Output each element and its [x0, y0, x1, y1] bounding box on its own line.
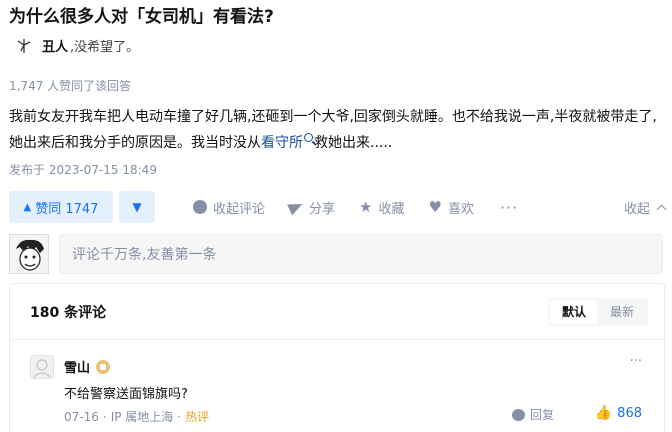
- answer-text-tail: 救她出来.....: [314, 135, 393, 151]
- sort-latest-tab[interactable]: 最新: [598, 300, 646, 324]
- comment-item: 雪山 ··· 不给警察送面锦旗吗? 07-16 · IP 属地上海 · 热评 回…: [10, 340, 664, 432]
- collapse-label: 收起: [623, 201, 650, 217]
- comment-count: 180 条评论: [30, 304, 107, 321]
- comment-like-count: 868: [617, 405, 642, 421]
- paper-plane-icon: [287, 198, 305, 216]
- collapse-comments-button[interactable]: 收起评论: [193, 198, 265, 217]
- comments-header: 180 条评论 默认 最新: [10, 284, 664, 340]
- answer-content: 我前女友开我车把人电动车撞了好几辆,还砸到一个大爷,回家倒头就睡。也不给我说一声…: [9, 104, 659, 156]
- publish-time[interactable]: 发布于 2023-07-15 18:49: [9, 161, 157, 178]
- favorite-button[interactable]: ★ 收藏: [359, 198, 404, 217]
- heart-icon: ♥: [428, 198, 442, 216]
- author-name[interactable]: 丑人: [42, 36, 68, 55]
- search-icon[interactable]: [304, 133, 313, 142]
- sort-default-tab[interactable]: 默认: [550, 299, 598, 324]
- vote-up-button[interactable]: ▲ 赞同 1747: [9, 191, 113, 223]
- favorite-label: 收藏: [378, 201, 405, 217]
- comment-bubble-icon: [193, 200, 207, 214]
- arrow-up-icon: ▲: [23, 201, 32, 213]
- agree-count: 1,747 人赞同了该回答: [9, 79, 132, 93]
- comment-location: IP 属地上海: [110, 410, 174, 424]
- search-link[interactable]: 看守所: [261, 135, 303, 151]
- avatar[interactable]: [30, 355, 54, 379]
- reply-label: 回复: [529, 408, 554, 422]
- sort-toggle: 默认 最新: [548, 297, 648, 326]
- like-label: 喜欢: [447, 201, 474, 217]
- comment-text: 不给警察送面锦旗吗?: [64, 387, 188, 402]
- comment-label: 收起评论: [213, 201, 266, 217]
- comment-author-name[interactable]: 雪山: [64, 357, 90, 376]
- share-button[interactable]: 分享: [287, 198, 336, 217]
- arrow-down-icon: ▼: [132, 200, 142, 214]
- windmill-icon[interactable]: [14, 35, 34, 55]
- thumbs-up-icon: 👍: [594, 405, 613, 421]
- comment-author: 雪山: [64, 357, 111, 376]
- share-label: 分享: [309, 201, 336, 217]
- vote-up-label: 赞同 1747: [35, 201, 99, 217]
- vote-down-button[interactable]: ▼: [119, 191, 155, 223]
- author-bio: ,没希望了。: [70, 39, 140, 55]
- collapse-answer-button[interactable]: 收起: [623, 198, 667, 217]
- more-options-icon[interactable]: ···: [500, 198, 518, 217]
- reply-button[interactable]: 回复: [511, 406, 554, 423]
- chevron-up-icon: [656, 204, 667, 214]
- comment-date: 07-16: [64, 409, 99, 424]
- reply-bubble-icon: [511, 408, 525, 421]
- question-title[interactable]: 为什么很多人对「女司机」有看法?: [9, 2, 274, 27]
- like-button[interactable]: ♥ 喜欢: [429, 198, 474, 217]
- comment-like-button[interactable]: 👍 868: [595, 405, 642, 421]
- author-info: 丑人 ,没希望了。: [14, 35, 139, 55]
- action-bar: ▲ 赞同 1747 ▼ 收起评论 分享 ★ 收藏 ♥ 喜欢 ··· 收起: [9, 191, 667, 223]
- creator-badge-icon: [96, 359, 111, 374]
- hot-comment-tag: 热评: [185, 410, 210, 424]
- star-icon: ★: [359, 198, 373, 216]
- comment-input[interactable]: 评论千万条,友善第一条: [59, 234, 663, 274]
- comment-meta: 07-16 · IP 属地上海 · 热评: [64, 409, 210, 425]
- comments-panel: 180 条评论 默认 最新 雪山 ··· 不给警察送面锦旗吗? 07-16 · …: [9, 283, 665, 432]
- current-user-avatar[interactable]: [9, 234, 49, 274]
- comment-more-icon[interactable]: ···: [630, 354, 642, 369]
